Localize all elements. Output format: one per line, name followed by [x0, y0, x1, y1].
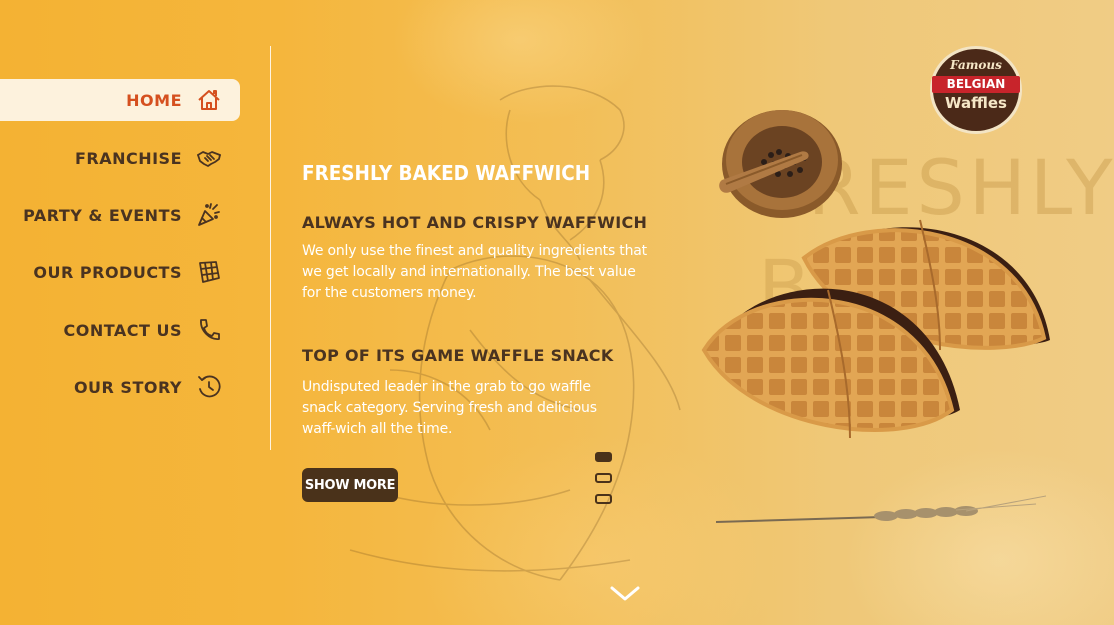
phone-icon	[196, 317, 222, 343]
nav-item-home[interactable]: HOME	[0, 79, 240, 121]
nav-label-party-events: PARTY & EVENTS	[23, 205, 182, 225]
nav-label-franchise: FRANCHISE	[74, 148, 182, 168]
section-title-top-snack: TOP OF ITS GAME WAFFLE SNACK	[302, 346, 614, 365]
history-icon	[196, 374, 222, 400]
sidebar-nav: HOME FRANCHISE PARTY & EVENTS OUR PRODUC…	[0, 0, 272, 625]
waffle-sandwich-image	[701, 219, 1050, 439]
handshake-icon	[196, 145, 222, 171]
chevron-down-icon[interactable]	[610, 584, 640, 604]
page: FRESHLY B HOME FRANCHISE PARTY & EVENTS …	[0, 0, 1114, 625]
hero-headline: FRESHLY BAKED WAFFWICH	[302, 161, 591, 185]
party-popper-icon	[196, 202, 222, 228]
brand-logo[interactable]: Famous BELGIAN Waffles	[928, 46, 1024, 134]
slider-dot-3[interactable]	[595, 494, 612, 504]
nav-label-contact-us: CONTACT US	[63, 320, 182, 340]
slider-dot-2[interactable]	[595, 473, 612, 483]
nav-label-home: HOME	[126, 90, 182, 110]
section-body-hot-crispy: We only use the finest and quality ingre…	[302, 243, 647, 301]
home-icon	[196, 87, 222, 113]
nav-item-contact-us[interactable]: CONTACT US	[0, 309, 240, 351]
nav-label-our-story: OUR STORY	[73, 377, 182, 397]
slider-dot-1[interactable]	[595, 452, 612, 462]
logo-text-famous: Famous	[950, 58, 1002, 72]
nav-item-our-story[interactable]: OUR STORY	[0, 366, 240, 408]
chef-sketch-illustration	[349, 85, 681, 581]
wheat-stalk-image	[716, 495, 1046, 523]
slider-pagination	[595, 452, 613, 515]
nav-item-our-products[interactable]: OUR PRODUCTS	[0, 251, 240, 293]
logo-text-waffles: Waffles	[945, 94, 1007, 112]
nav-label-our-products: OUR PRODUCTS	[33, 262, 182, 282]
sidebar-divider	[270, 46, 271, 450]
waffle-icon	[196, 259, 222, 285]
nav-item-franchise[interactable]: FRANCHISE	[0, 137, 240, 179]
logo-text-belgian: BELGIAN	[932, 76, 1020, 93]
nav-item-party-events[interactable]: PARTY & EVENTS	[0, 194, 240, 236]
show-more-button[interactable]: SHOW MORE	[302, 468, 398, 502]
section-title-hot-crispy: ALWAYS HOT AND CRISPY WAFFWICH	[302, 213, 648, 232]
section-body-top-snack: Undisputed leader in the grab to go waff…	[302, 379, 597, 437]
